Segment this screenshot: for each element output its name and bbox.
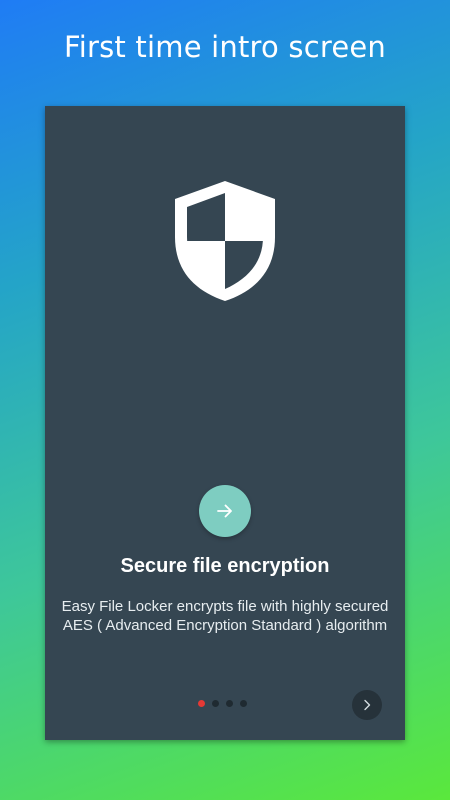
intro-slide-panel: Secure file encryption Easy File Locker … xyxy=(45,106,405,740)
next-page-button[interactable] xyxy=(352,690,382,720)
slide-description: Easy File Locker encrypts file with high… xyxy=(61,598,389,634)
arrow-right-icon xyxy=(217,504,232,518)
page-headline: First time intro screen xyxy=(63,30,387,64)
page-dot-4[interactable] xyxy=(240,700,247,707)
slide-title: Secure file encryption xyxy=(120,555,330,577)
page-dot-1[interactable] xyxy=(198,700,205,707)
next-slide-button[interactable] xyxy=(199,485,251,537)
page-dot-3[interactable] xyxy=(226,700,233,707)
page-indicator xyxy=(198,700,247,707)
chevron-right-icon xyxy=(364,699,371,711)
page-dot-2[interactable] xyxy=(212,700,219,707)
shield-icon xyxy=(175,181,275,301)
